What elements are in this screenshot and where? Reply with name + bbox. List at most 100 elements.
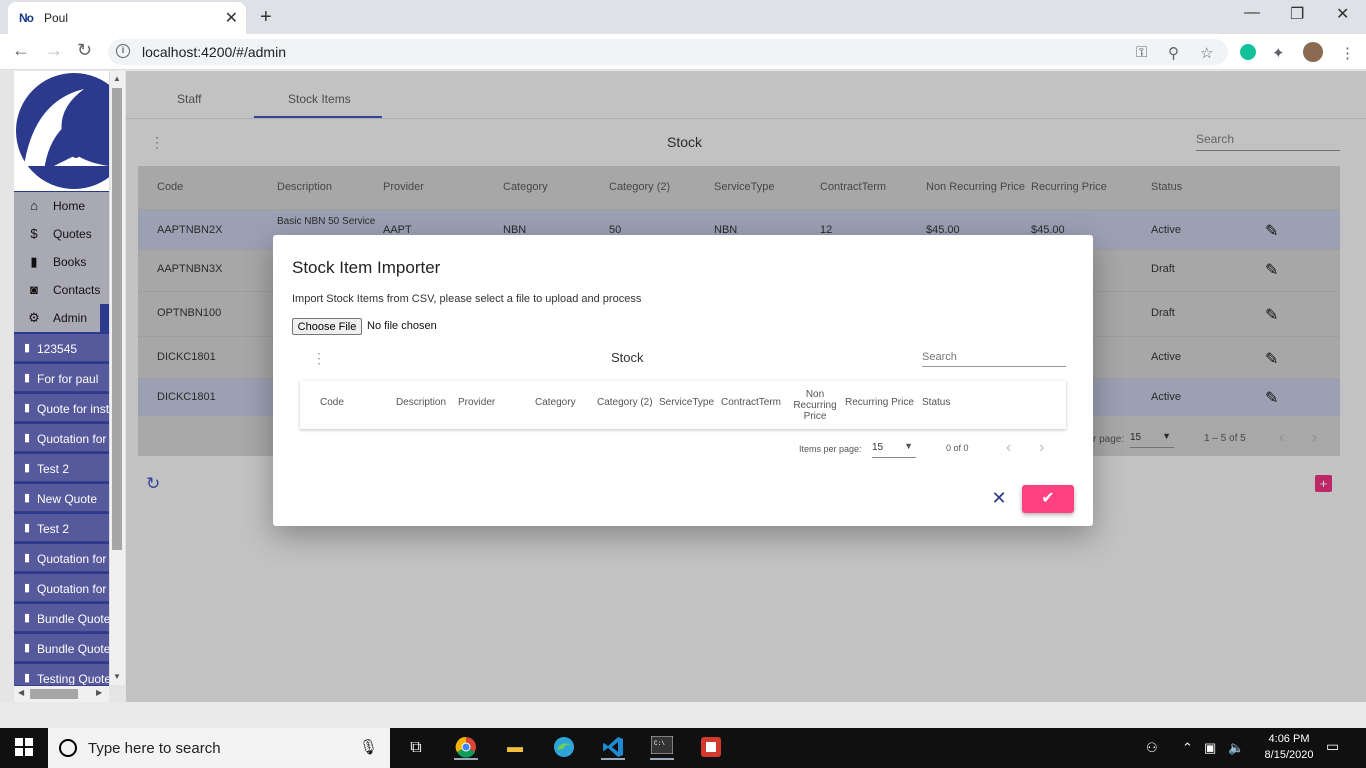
quote-label: Quotation for — [37, 582, 107, 596]
sidebar-item-label: Quotes — [53, 227, 92, 241]
close-window-icon[interactable]: ✕ — [1336, 4, 1349, 24]
sidebar-quote-item[interactable]: ▮ Quote for inst — [14, 394, 109, 422]
column-header[interactable]: ServiceType — [659, 397, 714, 408]
clock-time[interactable]: 4:06 PM — [1261, 733, 1317, 745]
menu-icon[interactable]: ⋮ — [1340, 44, 1355, 62]
edge-icon[interactable] — [552, 736, 576, 760]
dialog-page-size-select[interactable]: 15 ▼ — [872, 441, 916, 458]
sidebar-item-home[interactable]: ⌂ Home — [14, 192, 109, 220]
sidebar-quote-item[interactable]: ▮ Quotation for — [14, 424, 109, 452]
sidebar-quote-item[interactable]: ▮ Test 2 — [14, 454, 109, 482]
file-explorer-icon[interactable]: ▬ — [503, 736, 527, 760]
column-header[interactable]: ContractTerm — [721, 397, 781, 408]
notifications-icon[interactable]: ▭ — [1326, 738, 1339, 755]
profile-avatar[interactable] — [1303, 42, 1323, 62]
vscode-icon[interactable] — [601, 736, 625, 760]
back-icon[interactable]: ← — [12, 40, 30, 61]
gear-icon: ⚙ — [28, 310, 40, 325]
sidebar-item-admin[interactable]: ⚙ Admin — [14, 304, 100, 332]
document-icon: ▮ — [24, 432, 31, 444]
sidebar-quote-item[interactable]: ▮ Quotation for — [14, 574, 109, 602]
clock-date[interactable]: 8/15/2020 — [1261, 749, 1317, 761]
scroll-right-icon[interactable]: ▶ — [96, 688, 102, 697]
scroll-up-icon[interactable]: ▲ — [113, 74, 121, 83]
star-icon[interactable]: ☆ — [1200, 44, 1213, 62]
document-icon: ▮ — [24, 612, 31, 624]
minimize-icon[interactable]: — — [1244, 4, 1260, 22]
next-page-icon[interactable]: › — [1039, 439, 1044, 457]
microphone-icon[interactable]: 🎙 — [359, 738, 378, 756]
zoom-icon[interactable]: ⚲ — [1168, 44, 1179, 62]
people-icon[interactable]: ⚇ — [1146, 740, 1158, 756]
cancel-button[interactable]: ✕ — [986, 488, 1012, 512]
forward-icon[interactable]: → — [45, 40, 63, 61]
scroll-left-icon[interactable]: ◀ — [18, 688, 24, 697]
page-size-value: 15 — [872, 442, 884, 453]
document-icon: ▮ — [24, 672, 31, 684]
search-icon — [59, 739, 77, 757]
taskbar-search-placeholder: Type here to search — [88, 740, 221, 757]
reload-icon[interactable]: ↻ — [77, 40, 92, 61]
sidebar-quote-item[interactable]: ▮ Testing Quote — [14, 664, 109, 686]
restore-icon[interactable]: ❐ — [1290, 4, 1304, 24]
task-view-icon[interactable]: ⧉ — [404, 736, 428, 760]
sidebar-quote-item[interactable]: ▮ New Quote — [14, 484, 109, 512]
column-header[interactable]: Code — [320, 397, 344, 408]
sidebar-item-quotes[interactable]: $ Quotes — [14, 220, 109, 248]
key-icon[interactable]: ⚿ — [1136, 44, 1147, 61]
volume-icon[interactable]: 🔈 — [1228, 740, 1244, 756]
quote-label: Test 2 — [37, 522, 70, 536]
sidebar-quote-item[interactable]: ▮ Quotation for — [14, 544, 109, 572]
column-header[interactable]: Category — [535, 397, 576, 408]
dialog-paginator-label: Items per page: — [799, 444, 862, 454]
confirm-button[interactable]: ✔ — [1022, 485, 1074, 513]
info-icon[interactable]: i — [116, 44, 130, 58]
document-icon: ▮ — [24, 522, 31, 534]
sidebar-quote-item[interactable]: ▮ Test 2 — [14, 514, 109, 542]
sidebar-item-contacts[interactable]: ◙ Contacts — [14, 276, 109, 304]
close-tab-icon[interactable]: ✕ — [225, 8, 238, 28]
chrome-icon[interactable] — [454, 736, 478, 760]
sidebar-item-books[interactable]: ▮ Books — [14, 248, 109, 276]
quote-label: New Quote — [37, 492, 98, 506]
home-icon: ⌂ — [30, 198, 38, 213]
quote-label: Quote for inst — [37, 402, 109, 416]
sidebar-quote-item[interactable]: ▮ 123545 — [14, 334, 109, 362]
sidebar-quote-item[interactable]: ▮ Bundle Quote — [14, 604, 109, 632]
network-icon[interactable]: ▣ — [1204, 740, 1216, 756]
column-header[interactable]: Recurring Price — [845, 397, 914, 408]
sidebar-quote-item[interactable]: ▮ Bundle Quote — [14, 634, 109, 662]
sidebar-item-label: Home — [53, 199, 86, 213]
column-header[interactable]: Non Recurring Price — [783, 389, 847, 422]
prev-page-icon[interactable]: ‹ — [1006, 439, 1011, 457]
address-bar[interactable]: i localhost:4200/#/admin — [108, 39, 1228, 65]
dialog-search-input[interactable] — [922, 348, 1066, 367]
column-header[interactable]: Status — [922, 397, 950, 408]
column-header[interactable]: Description — [396, 397, 446, 408]
tray-chevron-up-icon[interactable]: ⌃ — [1182, 740, 1193, 756]
document-icon: ▮ — [24, 492, 31, 504]
contacts-icon: ◙ — [30, 282, 38, 297]
grammarly-icon[interactable] — [1240, 44, 1256, 60]
document-icon: ▮ — [24, 582, 31, 594]
dialog-table-menu-icon[interactable]: ⋮ — [312, 350, 326, 367]
choose-file-button[interactable]: Choose File — [292, 318, 362, 335]
sidebar-item-label: Contacts — [53, 283, 101, 297]
column-header[interactable]: Provider — [458, 397, 495, 408]
windows-start-icon[interactable] — [15, 738, 33, 756]
document-icon: ▮ — [24, 372, 31, 384]
scrollbar-thumb[interactable] — [30, 689, 78, 699]
app-icon[interactable] — [699, 736, 723, 760]
column-header[interactable]: Category (2) — [597, 397, 653, 408]
favicon-icon: No — [19, 11, 34, 25]
file-status: No file chosen — [367, 320, 437, 332]
sidebar-quote-item[interactable]: ▮ For for paul — [14, 364, 109, 392]
new-tab-icon[interactable]: + — [260, 6, 272, 29]
terminal-icon[interactable]: C:\ — [650, 735, 674, 760]
quote-label: Testing Quote — [37, 672, 109, 686]
browser-tab[interactable]: No Poul ✕ — [8, 2, 246, 34]
extensions-icon[interactable]: ✦ — [1272, 44, 1285, 62]
taskbar-search[interactable]: Type here to search 🎙 — [48, 728, 390, 768]
scrollbar-thumb[interactable] — [112, 88, 122, 550]
scroll-down-icon[interactable]: ▼ — [113, 672, 121, 681]
